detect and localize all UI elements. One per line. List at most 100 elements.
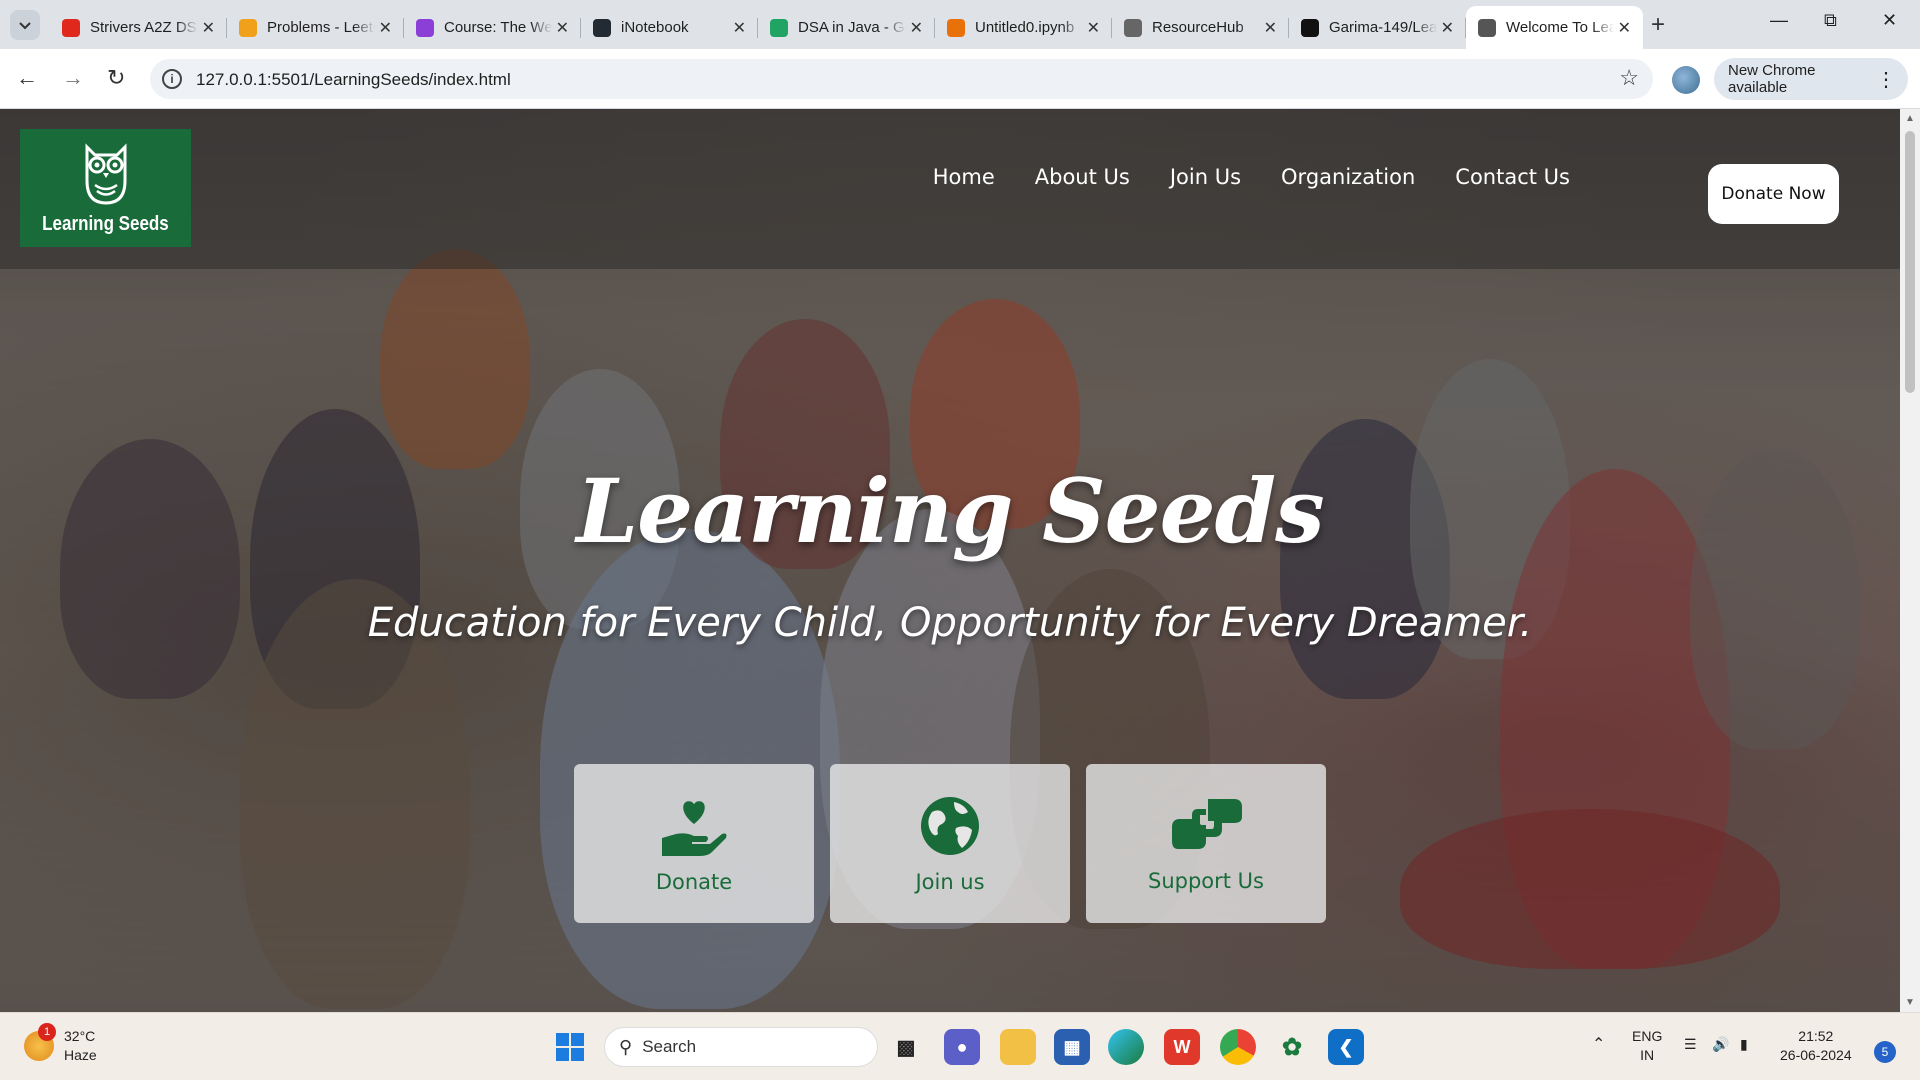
hero-subtitle: Education for Every Child, Opportunity f… [367,600,1533,646]
weather-sun-icon: 1 [24,1023,56,1061]
teams-chat-icon[interactable]: ● [944,1029,980,1065]
course-icon [416,18,434,37]
browser-tab[interactable]: Welcome To Learning Seeds✕ [1466,6,1643,49]
vscode-icon[interactable]: ❮ [1328,1029,1364,1065]
tab-close-icon[interactable]: ✕ [202,18,215,38]
scroll-down-icon[interactable]: ▼ [1905,997,1915,1008]
search-icon: ⚲ [619,1036,633,1057]
browser-tab[interactable]: Garima-149/LearningSeeds✕ [1289,6,1466,49]
tab-title: Welcome To Learning Seeds [1506,19,1614,36]
browser-tab[interactable]: iNotebook ✕ [581,6,758,49]
lang-text: ENG [1632,1028,1663,1044]
page-scrollbar[interactable]: ▲ ▼ [1900,109,1920,1012]
nav-home[interactable]: Home [933,165,995,189]
weather-badge: 1 [38,1023,56,1041]
chevron-down-icon [19,22,31,30]
browser-tab[interactable]: Strivers A2Z DSA ✕ [50,6,227,49]
windows-taskbar: 1 32°C Haze ⚲ Search ▩ ● ▦ W ✿ ❮ ⌃ ENG I… [0,1012,1920,1080]
taskbar-search[interactable]: ⚲ Search [604,1027,878,1067]
tab-list: Strivers A2Z DSA✕Problems - LeetCode✕Cou… [50,6,1643,49]
donate-card-label: Donate [655,869,733,894]
reload-icon[interactable]: ↻ [107,65,125,91]
scrollbar-thumb[interactable] [1905,131,1915,393]
chrome-update-button[interactable]: New Chrome available ⋮ [1714,58,1908,100]
tab-title: Untitled0.ipynb [975,19,1075,36]
site-logo[interactable]: Learning Seeds [20,129,191,247]
nav-organization[interactable]: Organization [1281,165,1415,189]
nav-contact-us[interactable]: Contact Us [1455,165,1570,189]
weather-condition-text: Haze [64,1047,97,1063]
forward-icon[interactable]: → [62,65,84,91]
handshake-icon [1172,798,1242,849]
tab-close-icon[interactable]: ✕ [1264,18,1277,38]
volume-icon[interactable]: 🔊 [1712,1035,1729,1054]
wps-office-icon[interactable]: W [1164,1029,1200,1065]
browser-toolbar: ← → ↻ i 127.0.0.1:5501/LearningSeeds/ind… [0,49,1920,109]
menu-dots-icon[interactable]: ⋮ [1876,67,1896,92]
address-bar[interactable]: i 127.0.0.1:5501/LearningSeeds/index.htm… [150,59,1653,99]
donate-now-button[interactable]: Donate Now [1708,164,1839,224]
join-us-card[interactable]: Join us [830,764,1070,923]
weather-widget[interactable]: 1 32°C Haze [24,1023,97,1065]
tab-search-button[interactable] [10,10,40,40]
site-header [0,109,1900,269]
new-tab-button[interactable]: + [1651,12,1665,38]
wifi-icon[interactable]: ☰ [1684,1035,1697,1054]
tab-close-icon[interactable]: ✕ [379,18,392,38]
tab-strip: Strivers A2Z DSA✕Problems - LeetCode✕Cou… [0,0,1920,49]
battery-icon[interactable]: ▮ [1740,1035,1748,1054]
microsoft-store-icon[interactable]: ▦ [1054,1029,1090,1065]
task-view-icon[interactable]: ▩ [888,1029,924,1065]
globe-icon [1478,18,1496,37]
tab-title: DSA in Java - Google Sheets [798,19,906,36]
notification-badge[interactable]: 5 [1874,1041,1896,1063]
time-text: 21:52 [1798,1028,1834,1044]
windows-start-icon[interactable] [552,1029,588,1065]
chrome-icon[interactable] [1220,1029,1256,1065]
browser-tab[interactable]: Untitled0.ipynb ✕ [935,6,1112,49]
colab-icon [947,18,965,37]
site-info-icon[interactable]: i [162,69,182,89]
browser-tab[interactable]: ResourceHub ✕ [1112,6,1289,49]
support-us-card[interactable]: Support Us [1086,764,1326,923]
tab-title: iNotebook [621,19,689,36]
logo-text: Learning Seeds [42,212,169,235]
taskbar-search-label: Search [642,1037,697,1056]
donate-card[interactable]: Donate [574,764,814,923]
edge-browser-icon[interactable] [1108,1029,1144,1065]
tab-close-icon[interactable]: ✕ [733,18,746,38]
browser-tab[interactable]: Problems - LeetCode✕ [227,6,404,49]
mongodb-compass-icon[interactable]: ✿ [1274,1029,1310,1065]
tab-close-icon[interactable]: ✕ [1618,18,1631,38]
update-label: New Chrome available [1728,62,1816,96]
bookmark-star-icon[interactable]: ☆ [1619,65,1639,91]
hero-title: Learning Seeds [576,459,1324,563]
tab-close-icon[interactable]: ✕ [1087,18,1100,38]
tuf-icon [62,18,80,37]
minimize-icon[interactable]: — [1770,10,1788,31]
tab-close-icon[interactable]: ✕ [1441,18,1454,38]
join-us-card-label: Join us [915,869,985,894]
nav-join-us[interactable]: Join Us [1170,165,1241,189]
close-window-icon[interactable]: ✕ [1882,10,1897,31]
owl-icon [85,142,126,205]
tab-title: Garima-149/LearningSeeds [1329,19,1437,36]
profile-avatar[interactable] [1672,66,1700,94]
date-text: 26-06-2024 [1780,1047,1852,1063]
back-icon[interactable]: ← [16,65,38,91]
tab-close-icon[interactable]: ✕ [556,18,569,38]
scroll-up-icon[interactable]: ▲ [1905,113,1915,124]
nav-about-us[interactable]: About Us [1035,165,1130,189]
page-viewport: Learning Seeds Home About Us Join Us Org… [0,109,1900,1012]
url-text[interactable]: 127.0.0.1:5501/LearningSeeds/index.html [196,70,511,90]
show-hidden-icons[interactable]: ⌃ [1592,1035,1605,1054]
tab-close-icon[interactable]: ✕ [910,18,923,38]
restore-icon[interactable]: ⧉ [1824,10,1837,31]
language-indicator[interactable]: ENG IN [1632,1027,1662,1065]
leetcode-icon [239,18,257,37]
action-cards: Donate Join us Support Us [574,764,1342,923]
file-explorer-icon[interactable] [1000,1029,1036,1065]
clock[interactable]: 21:52 26-06-2024 [1780,1027,1852,1065]
browser-tab[interactable]: Course: The Web ✕ [404,6,581,49]
browser-tab[interactable]: DSA in Java - Google Sheets✕ [758,6,935,49]
